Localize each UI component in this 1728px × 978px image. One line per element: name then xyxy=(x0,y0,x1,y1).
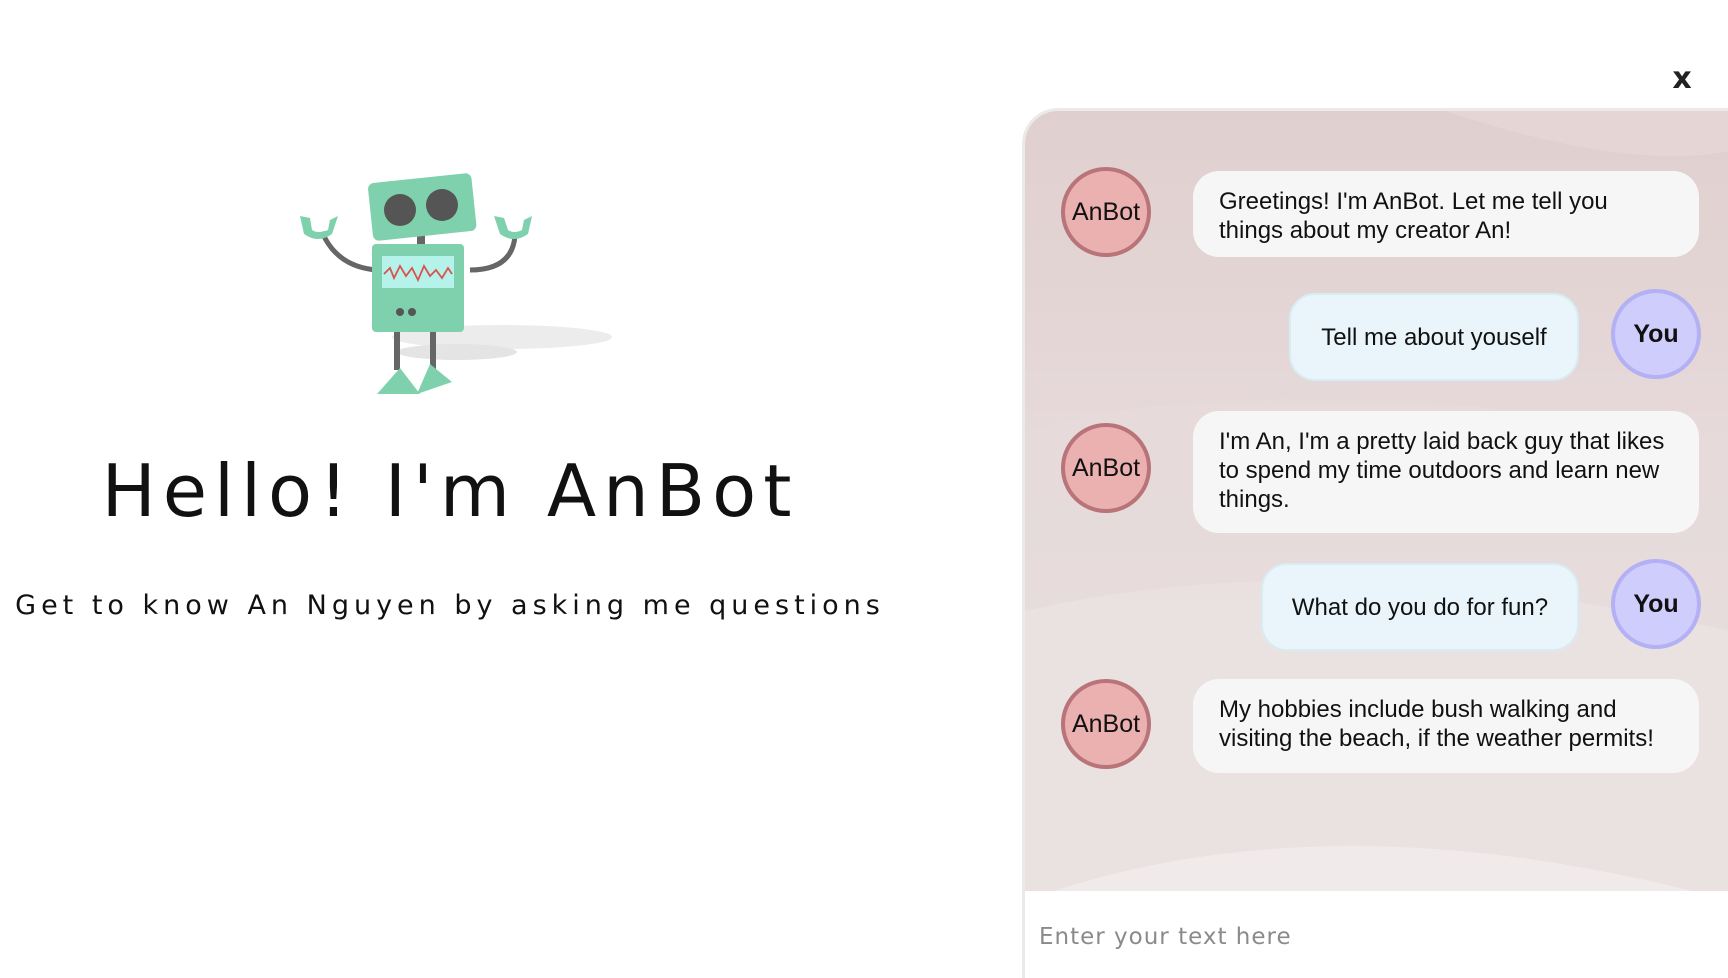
user-message: What do you do for fun? xyxy=(1261,563,1579,651)
bot-message: Greetings! I'm AnBot. Let me tell you th… xyxy=(1193,171,1699,257)
bot-avatar: AnBot xyxy=(1061,679,1151,769)
user-avatar: You xyxy=(1611,559,1701,649)
bot-avatar: AnBot xyxy=(1061,167,1151,257)
page: Hello! I'm AnBot Get to know An Nguyen b… xyxy=(0,0,1728,978)
bot-avatar: AnBot xyxy=(1061,423,1151,513)
page-subtitle: Get to know An Nguyen by asking me quest… xyxy=(15,590,885,621)
bot-message: My hobbies include bush walking and visi… xyxy=(1193,679,1699,773)
chat-panel: AnBot Greetings! I'm AnBot. Let me tell … xyxy=(1022,108,1728,978)
robot-illustration xyxy=(300,173,612,394)
message-list: AnBot Greetings! I'm AnBot. Let me tell … xyxy=(1025,111,1728,891)
user-avatar: You xyxy=(1611,289,1701,379)
page-title: Hello! I'm AnBot xyxy=(101,449,799,533)
close-button[interactable]: x xyxy=(1664,60,1700,96)
hero-section: Hello! I'm AnBot Get to know An Nguyen b… xyxy=(0,0,900,978)
chat-input-area xyxy=(1025,891,1728,978)
chat-input[interactable] xyxy=(1039,915,1699,959)
user-message: Tell me about youself xyxy=(1289,293,1579,381)
bot-message: I'm An, I'm a pretty laid back guy that … xyxy=(1193,411,1699,533)
